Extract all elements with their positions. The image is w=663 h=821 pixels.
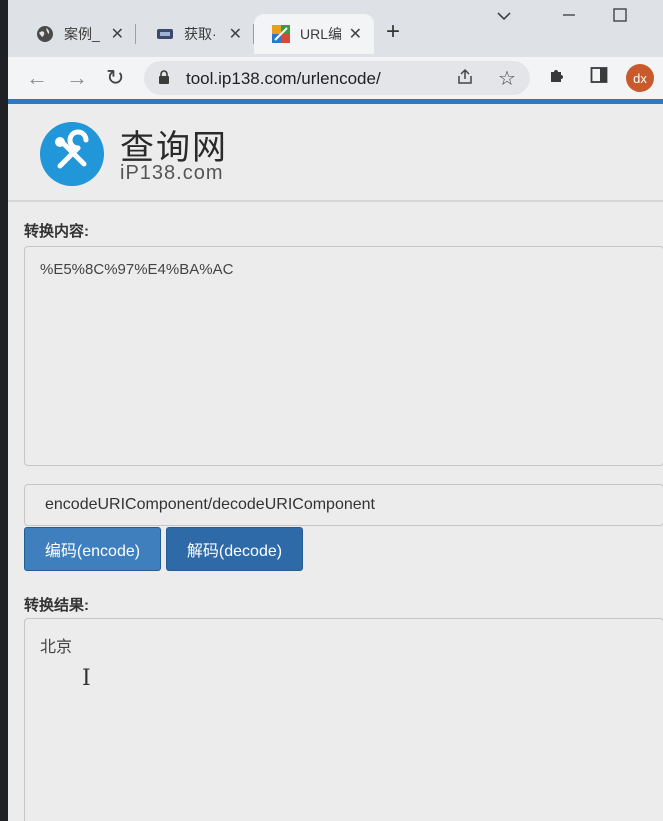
- browser-toolbar: ← → ↻ tool.ip138.com/urlencode/ ☆ dx: [8, 57, 663, 99]
- tab-1[interactable]: 案例_ ✕: [18, 14, 136, 54]
- url-text[interactable]: tool.ip138.com/urlencode/: [186, 69, 381, 89]
- decode-button[interactable]: 解码(decode): [166, 527, 303, 571]
- back-icon[interactable]: ←: [26, 65, 48, 91]
- header-divider: [8, 200, 663, 202]
- output-textarea[interactable]: 北京: [24, 618, 663, 821]
- input-label: 转换内容:: [24, 223, 89, 240]
- text-cursor-icon: I: [82, 666, 91, 691]
- tab-strip: 案例_ ✕ 获取· ✕ URL编 ✕ +: [8, 0, 663, 57]
- close-icon[interactable]: ✕: [229, 24, 242, 44]
- sidebar-icon[interactable]: [590, 66, 608, 89]
- minimize-icon[interactable]: [562, 8, 576, 27]
- output-label: 转换结果:: [24, 597, 89, 614]
- ip138-favicon: [272, 25, 290, 43]
- forward-icon[interactable]: →: [66, 65, 88, 91]
- maximize-icon[interactable]: [613, 8, 627, 27]
- output-value: 北京: [40, 639, 73, 656]
- browser-window: 案例_ ✕ 获取· ✕ URL编 ✕ + ← → ↻ tool.ip138.co…: [8, 0, 663, 821]
- tab-3-active[interactable]: URL编 ✕: [254, 14, 374, 54]
- method-select[interactable]: encodeURIComponent/decodeURIComponent: [24, 484, 663, 526]
- close-icon[interactable]: ✕: [349, 24, 362, 44]
- globe-icon: [36, 25, 54, 43]
- chevron-down-icon[interactable]: [496, 8, 512, 26]
- tab-title: 案例_: [64, 26, 100, 42]
- tab-title: 获取·: [184, 26, 217, 42]
- tab-2[interactable]: 获取· ✕: [138, 14, 254, 54]
- close-icon[interactable]: ✕: [111, 24, 124, 44]
- bookmark-star-icon[interactable]: ☆: [498, 66, 516, 91]
- address-bar[interactable]: tool.ip138.com/urlencode/ ☆: [144, 61, 530, 95]
- page-content: 查询网 iP138.com 转换内容: %E5%8C%97%E4%BA%AC e…: [8, 104, 663, 821]
- lock-icon[interactable]: [158, 70, 170, 90]
- site-subtitle: iP138.com: [120, 162, 224, 184]
- input-textarea[interactable]: %E5%8C%97%E4%BA%AC: [24, 246, 663, 466]
- new-tab-icon[interactable]: +: [386, 18, 400, 46]
- profile-avatar[interactable]: dx: [626, 64, 654, 92]
- tab-title: URL编: [300, 26, 343, 42]
- share-icon[interactable]: [456, 68, 474, 91]
- extensions-icon[interactable]: [548, 66, 566, 89]
- encode-button[interactable]: 编码(encode): [24, 527, 161, 571]
- site-logo-icon[interactable]: [40, 122, 104, 186]
- input-value: %E5%8C%97%E4%BA%AC: [40, 261, 234, 278]
- page-icon: [156, 25, 174, 43]
- reload-icon[interactable]: ↻: [106, 65, 124, 91]
- method-value: encodeURIComponent/decodeURIComponent: [45, 496, 375, 513]
